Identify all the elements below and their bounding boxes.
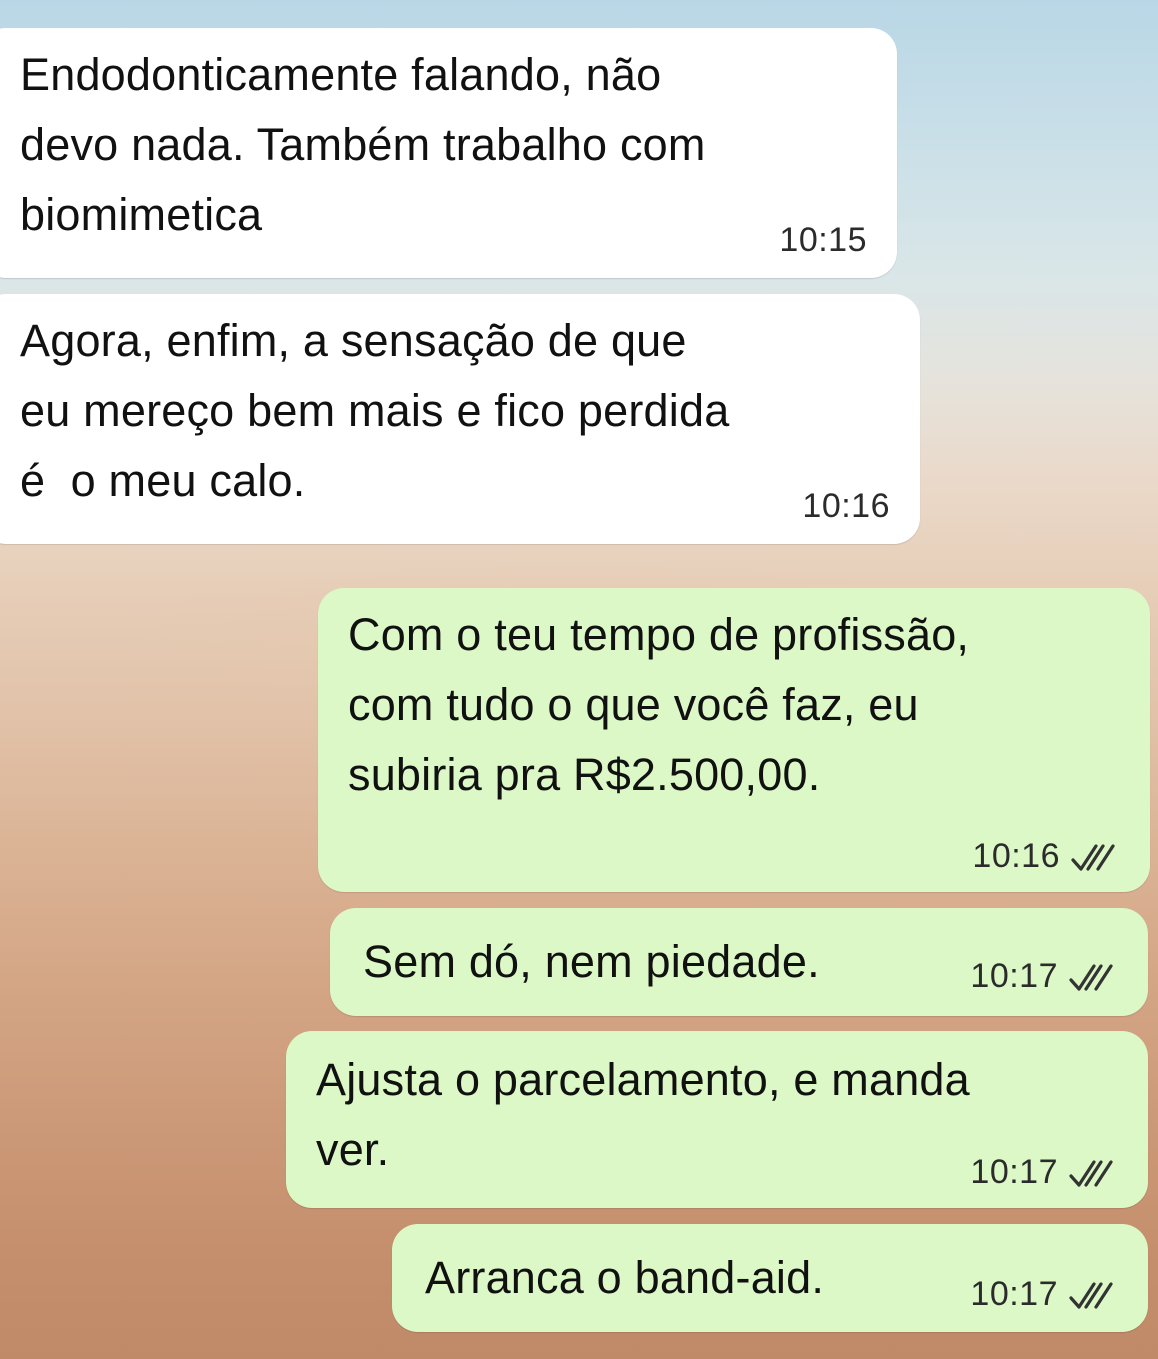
outgoing-message-bubble[interactable]: Sem dó, nem piedade. 10:17 xyxy=(330,908,1148,1016)
message-text: Agora, enfim, a sensação de que eu mereç… xyxy=(20,315,730,506)
message-text: Sem dó, nem piedade. xyxy=(363,936,820,987)
message-time: 10:17 xyxy=(970,957,1058,995)
outgoing-message-bubble[interactable]: Com o teu tempo de profissão, com tudo o… xyxy=(318,588,1150,892)
message-text: Com o teu tempo de profissão, com tudo o… xyxy=(348,609,970,800)
double-check-icon xyxy=(1068,1156,1116,1190)
double-check-icon xyxy=(1070,840,1118,874)
double-check-icon xyxy=(1068,960,1116,994)
incoming-message-bubble[interactable]: Endodonticamente falando, não devo nada.… xyxy=(0,28,897,278)
message-time: 10:15 xyxy=(779,221,867,259)
message-meta: 10:16 xyxy=(802,487,890,526)
message-time: 10:16 xyxy=(972,837,1060,875)
message-meta: 10:15 xyxy=(779,221,867,260)
outgoing-message-bubble[interactable]: Arranca o band-aid. 10:17 xyxy=(392,1224,1148,1332)
message-time: 10:17 xyxy=(970,1153,1058,1191)
message-meta: 10:16 xyxy=(972,837,1118,876)
message-meta: 10:17 xyxy=(970,1153,1116,1192)
message-text: Arranca o band-aid. xyxy=(425,1252,825,1303)
message-meta: 10:17 xyxy=(970,957,1116,996)
message-meta: 10:17 xyxy=(970,1275,1116,1314)
message-time: 10:17 xyxy=(970,1275,1058,1313)
message-text: Endodonticamente falando, não devo nada.… xyxy=(20,49,706,240)
incoming-message-bubble[interactable]: Agora, enfim, a sensação de que eu mereç… xyxy=(0,294,920,544)
chat-thread: Endodonticamente falando, não devo nada.… xyxy=(0,0,1158,1359)
double-check-icon xyxy=(1068,1278,1116,1312)
message-time: 10:16 xyxy=(802,487,890,525)
outgoing-message-bubble[interactable]: Ajusta o parcelamento, e manda ver. 10:1… xyxy=(286,1031,1148,1208)
